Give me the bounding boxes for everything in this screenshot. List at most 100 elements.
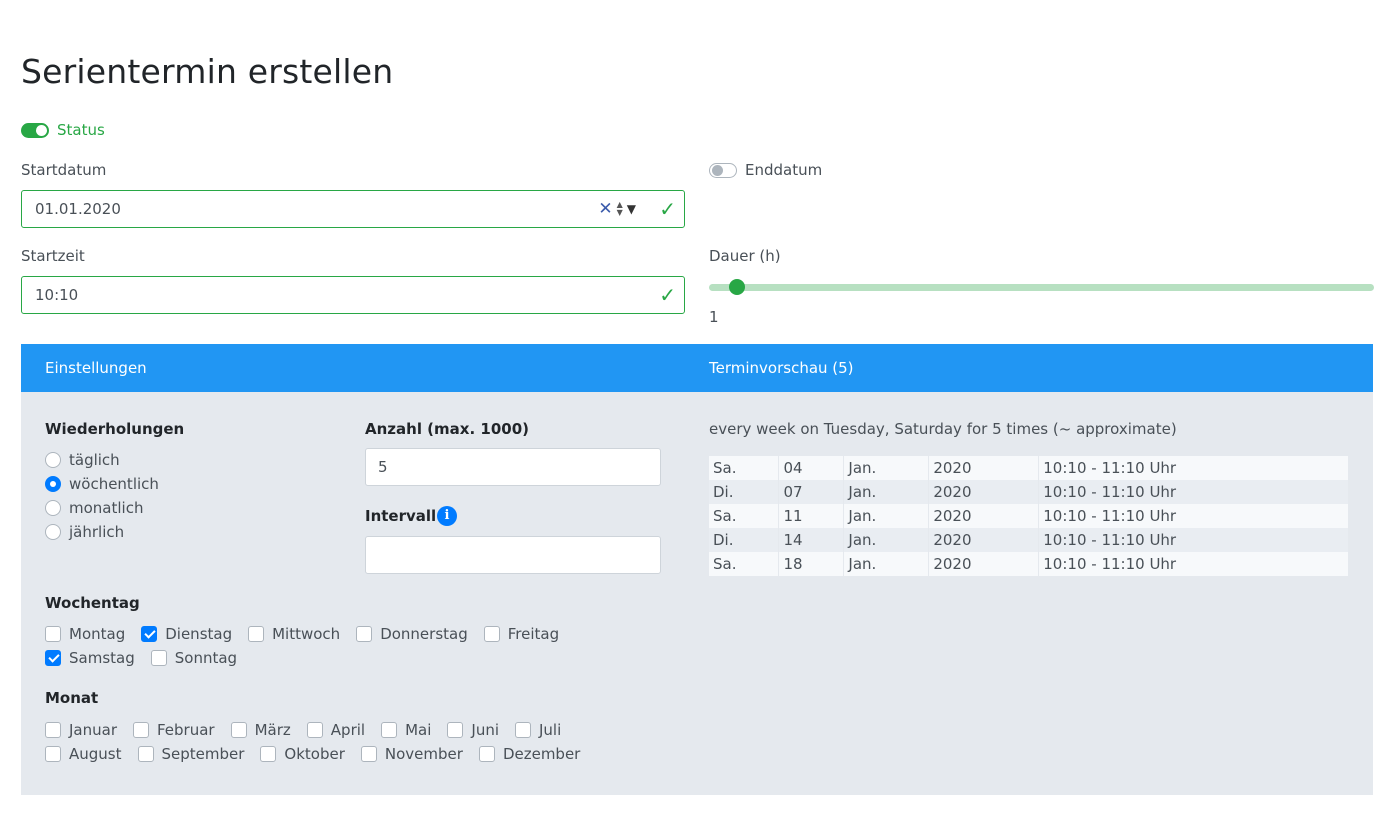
valid-check-icon: ✓ bbox=[659, 283, 676, 307]
checkbox[interactable] bbox=[45, 722, 61, 738]
checkbox-item[interactable]: Januar bbox=[45, 721, 117, 739]
repetition-option[interactable]: monatlich bbox=[45, 499, 143, 517]
checkbox-label: Juni bbox=[471, 721, 499, 739]
checkbox-item[interactable]: August bbox=[45, 745, 122, 763]
checkbox-item[interactable]: März bbox=[230, 721, 291, 739]
checkbox[interactable] bbox=[230, 722, 247, 738]
checkbox-item[interactable]: Sonntag bbox=[150, 649, 238, 667]
checkbox-item[interactable]: Mai bbox=[381, 721, 431, 739]
checkbox[interactable] bbox=[381, 722, 398, 738]
checkbox-item[interactable]: Oktober bbox=[260, 745, 345, 763]
table-cell: Jan. bbox=[843, 480, 930, 504]
duration-value: 1 bbox=[709, 308, 719, 326]
checkbox-item[interactable]: November bbox=[360, 745, 463, 763]
checkbox-label: August bbox=[69, 745, 122, 763]
table-row: Di. 07 Jan. 2020 10:10 - 11:10 Uhr bbox=[709, 480, 1349, 504]
checkbox-label: Donnerstag bbox=[380, 625, 468, 643]
start-date-field[interactable]: 01.01.2020 ✕ ▲ ▼ ▼ ✓ bbox=[21, 190, 685, 228]
checkbox[interactable] bbox=[478, 746, 495, 762]
checkbox-item[interactable]: Samstag bbox=[45, 649, 135, 667]
checkbox-item[interactable]: Montag bbox=[45, 625, 125, 643]
radio-button[interactable] bbox=[45, 452, 61, 468]
table-cell: Sa. bbox=[709, 552, 780, 576]
start-date-value: 01.01.2020 bbox=[35, 200, 121, 218]
checkbox[interactable] bbox=[483, 626, 500, 642]
checkbox[interactable] bbox=[141, 626, 158, 642]
start-time-field[interactable]: 10:10 ✓ bbox=[21, 276, 685, 314]
table-cell: 10:10 - 11:10 Uhr bbox=[1038, 504, 1349, 528]
repetition-option-label: jährlich bbox=[69, 523, 125, 541]
clear-date-icon[interactable]: ✕ bbox=[598, 191, 612, 227]
repetition-option[interactable]: täglich bbox=[45, 451, 120, 469]
weekday-label: Wochentag bbox=[45, 594, 140, 612]
checkbox-item[interactable]: Juli bbox=[515, 721, 561, 739]
checkbox-label: Dienstag bbox=[165, 625, 233, 643]
count-input[interactable]: 5 bbox=[365, 448, 661, 486]
checkbox-item[interactable]: Freitag bbox=[483, 625, 559, 643]
checkbox-label: Samstag bbox=[69, 649, 135, 667]
preview-title: Terminvorschau (5) bbox=[709, 359, 854, 377]
preview-description: every week on Tuesday, Saturday for 5 ti… bbox=[709, 420, 1177, 438]
table-cell: Di. bbox=[709, 480, 780, 504]
checkbox-label: Februar bbox=[157, 721, 215, 739]
checkbox[interactable] bbox=[360, 746, 377, 762]
interval-input[interactable] bbox=[365, 536, 661, 574]
info-icon[interactable]: i bbox=[437, 506, 457, 526]
date-dropdown-icon[interactable]: ▼ bbox=[627, 191, 636, 227]
checkbox[interactable] bbox=[45, 746, 61, 762]
checkbox[interactable] bbox=[515, 722, 531, 738]
checkbox[interactable] bbox=[306, 722, 323, 738]
checkbox[interactable] bbox=[137, 746, 154, 762]
checkbox[interactable] bbox=[248, 626, 265, 642]
checkbox-item[interactable]: Dienstag bbox=[141, 625, 232, 643]
table-cell: 2020 bbox=[928, 480, 1040, 504]
checkbox[interactable] bbox=[45, 650, 61, 666]
checkbox-item[interactable]: Donnerstag bbox=[356, 625, 468, 643]
checkbox-label: Juli bbox=[539, 721, 562, 739]
page-title: Serientermin erstellen bbox=[21, 52, 394, 91]
table-cell: 10:10 - 11:10 Uhr bbox=[1038, 456, 1349, 480]
repetition-option[interactable]: jährlich bbox=[45, 523, 124, 541]
start-time-value: 10:10 bbox=[35, 286, 79, 304]
radio-button[interactable] bbox=[45, 500, 61, 516]
checkbox[interactable] bbox=[133, 722, 149, 738]
date-spinner-icon[interactable]: ▲ ▼ bbox=[617, 201, 623, 217]
checkbox[interactable] bbox=[447, 722, 464, 738]
end-date-toggle[interactable] bbox=[709, 163, 737, 178]
checkbox[interactable] bbox=[150, 650, 167, 666]
checkbox-item[interactable]: Dezember bbox=[478, 745, 581, 763]
table-cell: 07 bbox=[778, 480, 845, 504]
radio-button[interactable] bbox=[45, 524, 61, 540]
radio-button[interactable] bbox=[45, 476, 61, 492]
checkbox-item[interactable]: Juni bbox=[447, 721, 499, 739]
repetition-option[interactable]: wöchentlich bbox=[45, 475, 159, 493]
checkbox-item[interactable]: Mittwoch bbox=[248, 625, 340, 643]
checkbox-item[interactable]: September bbox=[137, 745, 244, 763]
repetitions-label: Wiederholungen bbox=[45, 420, 185, 438]
duration-slider-track[interactable] bbox=[709, 284, 1374, 291]
checkbox-label: Dezember bbox=[502, 745, 581, 763]
checkbox[interactable] bbox=[45, 626, 61, 642]
month-label: Monat bbox=[45, 689, 99, 707]
checkbox-label: Mittwoch bbox=[272, 625, 341, 643]
checkbox-label: November bbox=[384, 745, 463, 763]
count-label: Anzahl (max. 1000) bbox=[365, 420, 529, 438]
table-cell: 2020 bbox=[928, 528, 1040, 552]
checkbox-item[interactable]: Februar bbox=[133, 721, 215, 739]
checkbox-item[interactable]: April bbox=[306, 721, 365, 739]
table-cell: 2020 bbox=[928, 456, 1040, 480]
checkbox[interactable] bbox=[260, 746, 277, 762]
settings-title: Einstellungen bbox=[45, 359, 147, 377]
month-row: August September Oktober November Dezember bbox=[45, 745, 596, 763]
checkbox[interactable] bbox=[356, 626, 373, 642]
table-cell: 10:10 - 11:10 Uhr bbox=[1038, 480, 1349, 504]
duration-slider-thumb[interactable] bbox=[729, 279, 745, 295]
weekday-row: Samstag Sonntag bbox=[45, 649, 253, 667]
table-cell: Sa. bbox=[709, 456, 780, 480]
end-date-label: Enddatum bbox=[745, 161, 823, 179]
preview-table: Sa. 04 Jan. 2020 10:10 - 11:10 Uhr Di. 07 Jan. 2… bbox=[709, 456, 1349, 576]
status-toggle[interactable] bbox=[21, 123, 49, 138]
checkbox-label: Sonntag bbox=[174, 649, 238, 667]
interval-label: Intervall bbox=[365, 507, 437, 525]
table-row: Sa. 18 Jan. 2020 10:10 - 11:10 Uhr bbox=[709, 552, 1349, 576]
